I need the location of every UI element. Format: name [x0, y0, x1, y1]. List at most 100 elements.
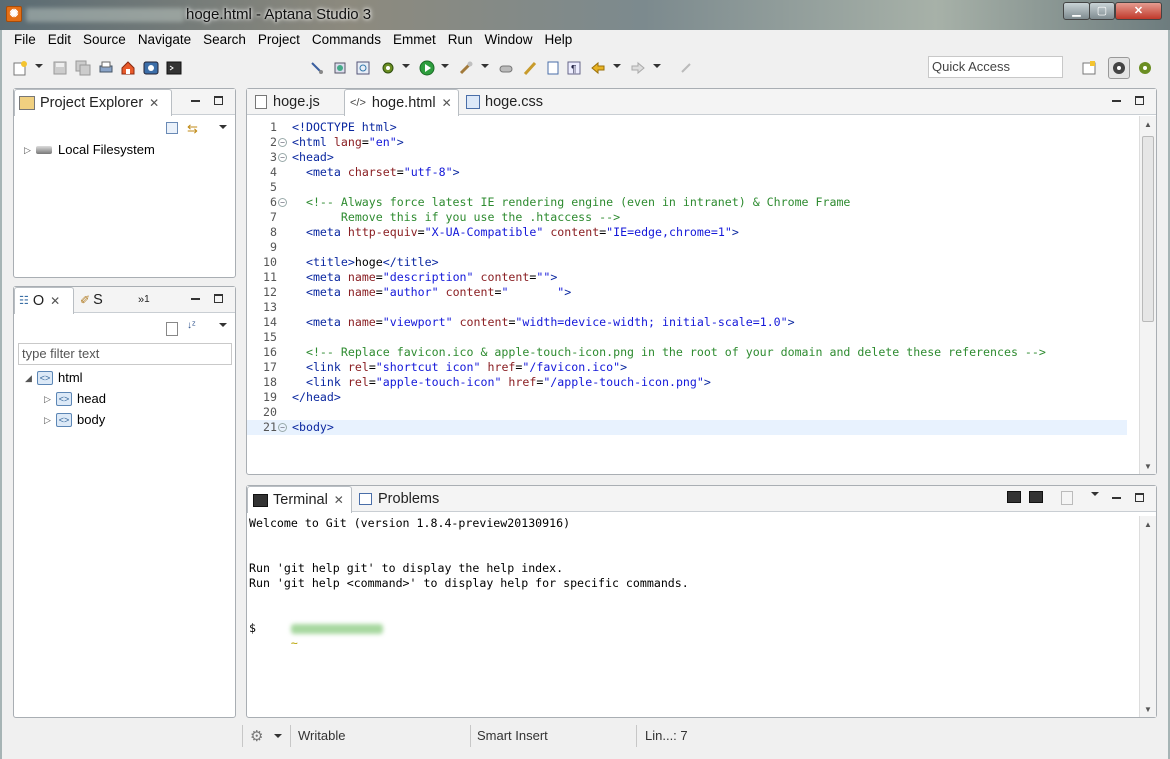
maximize-button[interactable]: ▢ — [1089, 2, 1115, 20]
close-tab-icon[interactable]: ✕ — [50, 288, 60, 314]
minimize-button[interactable]: ▁ — [1063, 2, 1090, 20]
menu-source[interactable]: Source — [77, 31, 132, 51]
code-line[interactable]: 4 <meta charset="utf-8"> — [247, 165, 1127, 180]
view-menu-icon[interactable] — [219, 323, 227, 327]
code-line[interactable]: 9 — [247, 240, 1127, 255]
code-line[interactable]: 7 Remove this if you use the .htaccess -… — [247, 210, 1127, 225]
fold-toggle-icon[interactable]: − — [278, 423, 287, 432]
collapse-arrow-icon[interactable]: ◢ — [25, 368, 37, 388]
clear-console-icon[interactable] — [1061, 491, 1073, 505]
browser-icon[interactable] — [355, 60, 371, 76]
tab-problems[interactable]: Problems — [359, 486, 469, 512]
run-dropdown-icon[interactable] — [441, 64, 449, 68]
code-line[interactable]: 10 <title>hoge</title> — [247, 255, 1127, 270]
print-icon[interactable] — [98, 60, 114, 76]
status-gear-icon[interactable]: ⚙ — [250, 727, 263, 745]
hammer-icon[interactable] — [498, 60, 514, 76]
code-line[interactable]: 17 <link rel="shortcut icon" href="/favi… — [247, 360, 1127, 375]
aptana-perspective-icon[interactable] — [1108, 57, 1130, 79]
tab-outline[interactable]: ☷ O ✕ — [14, 287, 74, 314]
minimize-view-icon[interactable] — [191, 100, 200, 102]
tree-item-html[interactable]: ◢ <> html — [25, 368, 83, 388]
terminal-icon[interactable] — [166, 60, 182, 76]
scroll-up-icon[interactable]: ▲ — [1144, 120, 1152, 129]
fold-toggle-icon[interactable]: − — [278, 153, 287, 162]
close-tab-icon[interactable]: ✕ — [334, 487, 344, 513]
aptana-app-icon[interactable]: ✺ — [6, 6, 22, 22]
menu-file[interactable]: File — [8, 31, 42, 51]
tree-item-body[interactable]: ▷ <> body — [44, 410, 105, 430]
new-dropdown-icon[interactable] — [35, 64, 43, 68]
new-icon[interactable] — [12, 60, 28, 76]
expand-arrow-icon[interactable]: ▷ — [44, 389, 56, 409]
save-all-icon[interactable] — [75, 60, 91, 76]
code-line[interactable]: 2− <html lang="en"> — [247, 135, 1127, 150]
code-line[interactable]: 14 <meta name="viewport" content="width=… — [247, 315, 1127, 330]
view-menu-icon[interactable] — [219, 125, 227, 129]
tab-hoge-css[interactable]: hoge.css — [462, 89, 552, 115]
terminal-scrollbar[interactable]: ▲ ▼ — [1139, 516, 1156, 717]
back-dropdown-icon[interactable] — [613, 64, 621, 68]
home-icon[interactable] — [120, 60, 136, 76]
debug-icon[interactable] — [309, 60, 325, 76]
code-line[interactable]: 18 <link rel="apple-touch-icon" href="/a… — [247, 375, 1127, 390]
terminal-output[interactable]: Welcome to Git (version 1.8.4-preview201… — [249, 516, 1138, 717]
link-editor-icon[interactable]: ⇆ — [187, 121, 198, 137]
code-line[interactable]: 11 <meta name="description" content=""> — [247, 270, 1127, 285]
code-line[interactable]: 22− <div> — [247, 435, 1127, 436]
tab-snippets[interactable]: ✐ S — [80, 287, 130, 313]
maximize-editor-icon[interactable] — [1135, 96, 1144, 105]
maximize-view-icon[interactable] — [214, 294, 223, 303]
code-line[interactable]: 5 — [247, 180, 1127, 195]
code-line[interactable]: 20 — [247, 405, 1127, 420]
fold-toggle-icon[interactable]: − — [278, 198, 287, 207]
menu-run[interactable]: Run — [442, 31, 479, 51]
page-icon[interactable] — [545, 60, 561, 76]
document-icon[interactable] — [166, 322, 178, 336]
menu-navigate[interactable]: Navigate — [132, 31, 197, 51]
maximize-view-icon[interactable] — [1135, 493, 1144, 502]
collapse-all-icon[interactable] — [166, 122, 178, 134]
minimize-view-icon[interactable] — [1112, 497, 1121, 499]
status-gear-dropdown-icon[interactable] — [274, 734, 282, 738]
code-editor[interactable]: 1 <!DOCTYPE html> 2− <html lang="en"> 3− <hea… — [247, 116, 1139, 436]
tree-item-local-filesystem[interactable]: ▷ Local Filesystem — [24, 140, 155, 160]
menu-search[interactable]: Search — [197, 31, 252, 51]
deploy-icon[interactable] — [380, 60, 396, 76]
scroll-down-icon[interactable]: ▼ — [1144, 462, 1152, 471]
expand-arrow-icon[interactable]: ▷ — [44, 410, 56, 430]
code-line[interactable]: 16 <!-- Replace favicon.ico & apple-touc… — [247, 345, 1127, 360]
preview-icon[interactable] — [143, 60, 159, 76]
code-line[interactable]: 19 </head> — [247, 390, 1127, 405]
close-tab-icon[interactable]: ✕ — [149, 90, 159, 116]
code-line[interactable]: 21− <body> — [247, 420, 1127, 435]
tab-hoge-js[interactable]: hoge.js — [251, 89, 343, 115]
code-line[interactable]: 15 — [247, 330, 1127, 345]
publish-icon[interactable] — [332, 60, 348, 76]
maximize-view-icon[interactable] — [214, 96, 223, 105]
minimize-editor-icon[interactable] — [1112, 100, 1121, 102]
forward-dropdown-icon[interactable] — [653, 64, 661, 68]
editor-scrollbar[interactable]: ▲ ▼ — [1139, 116, 1156, 474]
tab-hoge-html[interactable]: </> hoge.html ✕ — [344, 89, 459, 116]
scroll-down-icon[interactable]: ▼ — [1144, 705, 1152, 714]
fold-toggle-icon[interactable]: − — [278, 138, 287, 147]
code-line[interactable]: 13 — [247, 300, 1127, 315]
pilcrow-icon[interactable]: ¶ — [566, 60, 582, 76]
pin-icon[interactable] — [678, 60, 694, 76]
quick-access-input[interactable]: Quick Access — [928, 56, 1063, 78]
close-tab-icon[interactable]: ✕ — [442, 90, 452, 116]
filter-input[interactable]: type filter text — [18, 343, 232, 365]
menu-window[interactable]: Window — [478, 31, 538, 51]
back-icon[interactable] — [590, 60, 606, 76]
deploy-dropdown-icon[interactable] — [402, 64, 410, 68]
brush-icon[interactable] — [522, 60, 538, 76]
perspective-icon[interactable] — [1081, 60, 1097, 76]
editor-scroll-thumb[interactable] — [1142, 136, 1154, 322]
new-terminal-icon[interactable] — [1007, 491, 1021, 503]
code-line[interactable]: 6− <!-- Always force latest IE rendering… — [247, 195, 1127, 210]
scroll-up-icon[interactable]: ▲ — [1144, 520, 1152, 529]
sort-az-icon[interactable]: ↓ᶻ — [187, 320, 196, 331]
tab-terminal[interactable]: Terminal ✕ — [247, 486, 352, 513]
minimize-view-icon[interactable] — [191, 298, 200, 300]
